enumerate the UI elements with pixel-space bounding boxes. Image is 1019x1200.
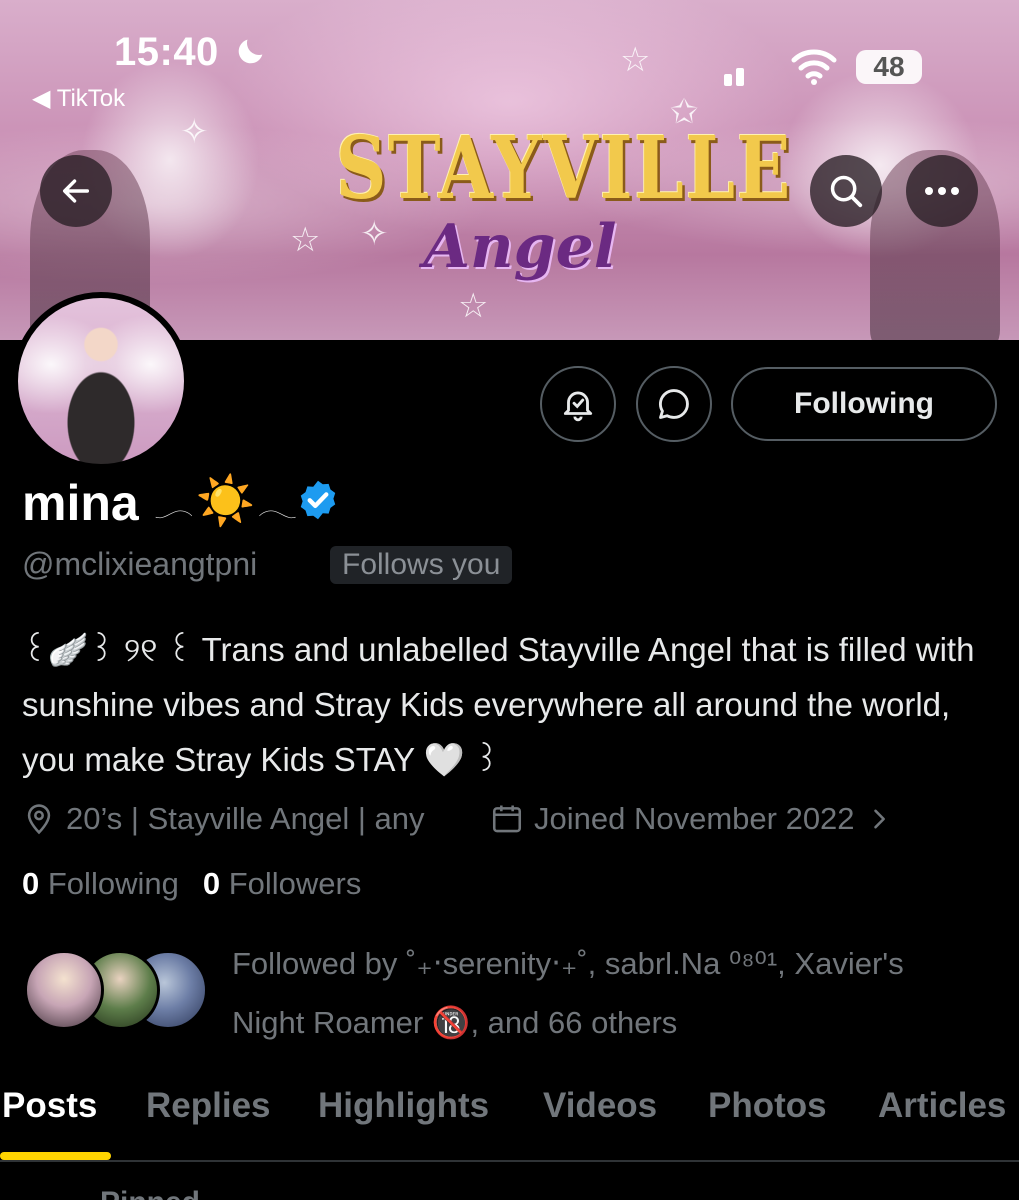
status-time: 15:40 [114, 30, 219, 74]
battery-indicator: 48 [856, 50, 922, 84]
followers-count: 0 [202, 866, 221, 901]
location-row: 20’s | Stayville Angel | any [22, 798, 424, 840]
follow-counts: 0 Following 0 Followers [22, 866, 361, 902]
sun-emoji: ☀️ [195, 474, 256, 528]
banner-title: STAYVILLE [335, 118, 793, 219]
follower-avatar[interactable] [24, 950, 104, 1030]
followed-by-line: Followed by ˚₊‧serenity‧₊˚, sabrl.Na ⁰⁸⁰… [232, 946, 904, 981]
chevron-right-icon [873, 809, 885, 829]
followed-by-line: Night Roamer 🔞, and 66 others [232, 1005, 678, 1040]
wing-left-emoji: 𓂃 [154, 486, 194, 524]
banner-star: ☆ [620, 41, 651, 79]
message-button[interactable] [636, 366, 712, 442]
banner-star: ☆ [290, 221, 321, 259]
profile-bio: ꒰🪽꒱ ୨୧ ꒰ Trans and unlabelled Stayville … [22, 631, 975, 778]
moon-icon [238, 39, 263, 64]
search-button[interactable] [810, 155, 882, 227]
username-handle: @mclixieangtpni [22, 546, 258, 582]
following-label: Following [47, 866, 179, 901]
back-button[interactable] [40, 155, 112, 227]
following-button[interactable]: Following [731, 367, 997, 441]
followed-by-text[interactable]: Followed by ˚₊‧serenity‧₊˚, sabrl.Na ⁰⁸⁰… [232, 934, 992, 1052]
location-icon [27, 804, 51, 835]
joined-text: Joined November 2022 [534, 801, 855, 836]
follows-you-badge: Follows you [330, 546, 513, 584]
profile-avatar[interactable] [12, 292, 190, 470]
signal-icon [724, 68, 744, 86]
following-count-link[interactable]: 0 Following [22, 866, 179, 902]
banner-subtitle: Angel [423, 212, 617, 282]
tab-photos[interactable]: Photos [708, 1086, 827, 1126]
active-tab-indicator [0, 1152, 111, 1160]
banner-star: ✧ [360, 215, 389, 253]
followers-count-link[interactable]: 0 Followers [203, 866, 362, 902]
wing-right-emoji: 𓂃 [257, 486, 298, 524]
joined-row[interactable]: Joined November 2022 [490, 798, 893, 840]
more-icon [925, 187, 959, 195]
tabs-divider [0, 1160, 1019, 1162]
message-icon [659, 389, 689, 419]
followers-label: Followers [228, 866, 362, 901]
tab-articles[interactable]: Articles [878, 1086, 1006, 1126]
back-arrow-icon [62, 179, 90, 203]
back-to-tiktok-link[interactable]: ◀ TikTok [32, 84, 125, 113]
notifications-button[interactable] [540, 366, 616, 442]
notification-bell-icon [563, 391, 593, 422]
search-icon [830, 175, 863, 208]
name-decoration: 𓂃 ☀️ 𓂃 [154, 470, 297, 530]
location-text: 20’s | Stayville Angel | any [66, 801, 425, 836]
profile-tabs: Posts Replies Highlights Videos Photos A… [0, 1080, 1019, 1160]
tab-highlights[interactable]: Highlights [318, 1086, 489, 1126]
tab-videos[interactable]: Videos [543, 1086, 657, 1126]
pinned-label: Pinned [100, 1186, 200, 1200]
display-name: mina [22, 475, 139, 531]
following-count: 0 [22, 866, 40, 901]
verified-icon[interactable] [296, 478, 340, 522]
banner-star: ✧ [180, 113, 209, 151]
banner-star: ☆ [458, 287, 489, 325]
tab-replies[interactable]: Replies [146, 1086, 271, 1126]
tab-posts[interactable]: Posts [2, 1086, 97, 1126]
wifi-icon [791, 49, 837, 85]
calendar-icon [492, 805, 522, 833]
more-options-button[interactable] [906, 155, 978, 227]
